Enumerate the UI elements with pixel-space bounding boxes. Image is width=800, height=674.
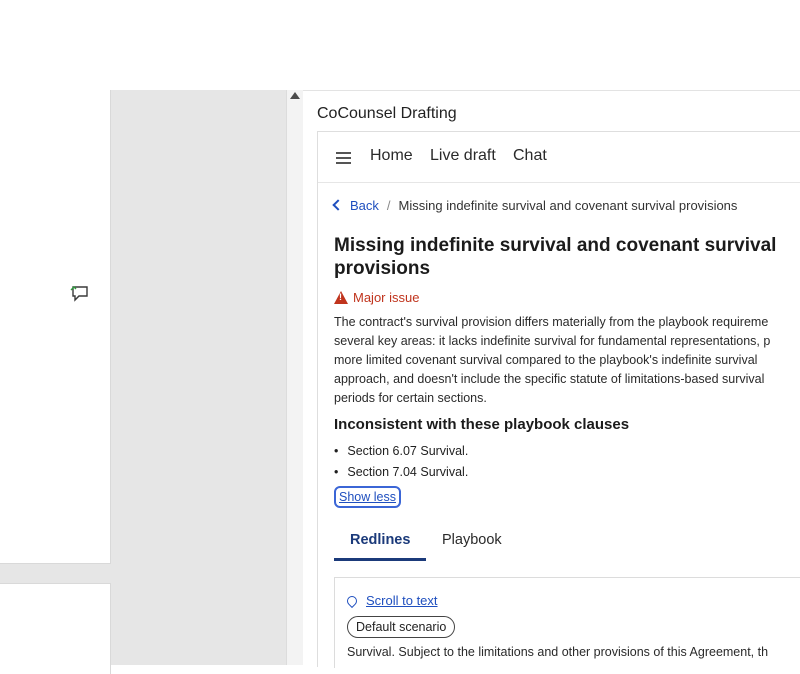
description-line: approach, and doesn't include the specif… [334,372,765,386]
breadcrumb-separator: / [386,198,391,213]
back-label: Back [350,198,379,213]
location-pin-icon [344,593,360,608]
nav-live-draft[interactable]: Live draft [430,147,496,165]
severity-badge: Major issue [334,290,800,305]
document-page-next[interactable] [0,583,111,674]
description-line: The contract's survival provision differ… [334,315,769,329]
comment-icon[interactable] [70,284,90,302]
app-frame: Home Live draft Chat Back / Missing indefi… [317,131,800,668]
breadcrumb: Back / Missing indefinite survival and cov… [332,198,738,213]
pane-title: CoCounsel Drafting [317,105,457,122]
back-link[interactable]: Back [332,198,379,213]
issue-description: The contract's survival provision differ… [334,313,800,408]
description-line: several key areas: it lacks indefinite s… [334,334,771,348]
clauses-list: Section 6.07 Survival. Section 7.04 Surv… [334,441,800,483]
hamburger-icon[interactable] [336,152,351,164]
chevron-left-icon [332,199,344,211]
vertical-scrollbar[interactable] [286,90,304,665]
scenario-chip[interactable]: Default scenario [347,616,456,638]
tab-playbook[interactable]: Playbook [442,532,502,558]
issue-content: Missing indefinite survival and covenant… [334,234,800,508]
clauses-heading: Inconsistent with these playbook clauses [334,416,630,433]
tab-redlines[interactable]: Redlines [334,532,427,561]
scroll-to-text-link[interactable]: Scroll to text [344,593,438,608]
document-page[interactable] [0,90,111,564]
description-line: more limited covenant survival compared … [334,353,758,367]
clause-item: Section 6.07 Survival. [334,441,800,462]
scroll-up-arrow-icon[interactable] [290,92,300,99]
clause-item: Section 7.04 Survival. [334,462,800,483]
issue-title: Missing indefinite survival and covenant… [334,235,777,279]
scroll-to-text-label: Scroll to text [366,593,438,608]
nav-home[interactable]: Home [370,147,413,165]
clause-text: Survival. Subject to the limitations and… [347,645,769,659]
tab-bar: Redlines Playbook [334,532,800,568]
breadcrumb-current: Missing indefinite survival and covenant… [398,198,738,213]
warning-icon [334,291,348,304]
nav-chat[interactable]: Chat [513,147,547,165]
description-line: periods for certain sections. [334,391,487,405]
show-less-link[interactable]: Show less [334,486,401,508]
add-in-pane: CoCounsel Drafting Home Live draft Chat … [303,90,800,668]
document-area [0,90,288,674]
severity-label: Major issue [353,290,420,305]
top-nav: Home Live draft Chat [318,132,800,183]
redline-card: Scroll to text Default scenario Survival… [334,577,800,668]
